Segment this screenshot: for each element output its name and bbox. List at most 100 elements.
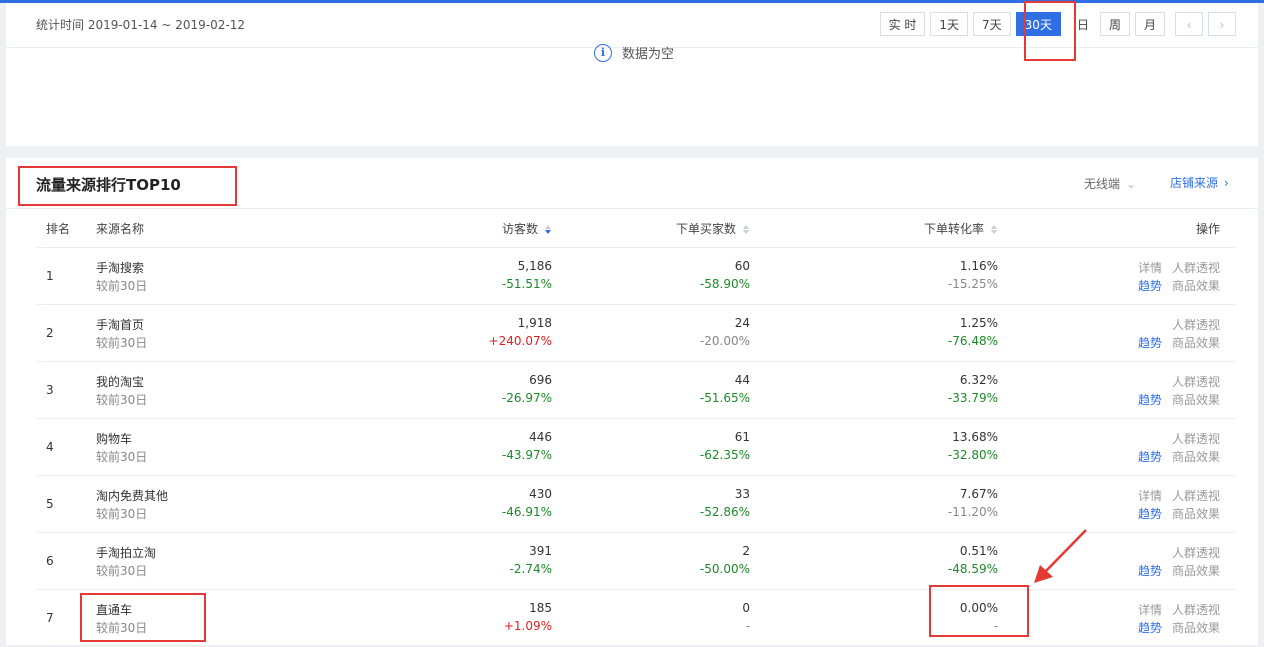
product-effect-link[interactable]: 商品效果: [1172, 393, 1220, 407]
visitors-change: -26.97%: [501, 391, 552, 405]
buyers-change: -: [745, 619, 750, 633]
buyers-change: -62.35%: [699, 448, 750, 462]
rank-cell: 5: [46, 497, 54, 511]
conversion-change: -33.79%: [947, 391, 998, 405]
shop-source-label: 店铺来源: [1170, 176, 1219, 190]
header-rank: 排名: [46, 222, 71, 236]
conversion-value: 0.51%: [959, 544, 998, 558]
annotation-box-ztc: [80, 593, 206, 642]
stat-period-label: 统计时间 2019-01-14 ~ 2019-02-12: [36, 18, 245, 32]
rank-cell: 1: [46, 269, 54, 283]
visitors-change: -51.51%: [501, 277, 552, 291]
table-row: 4 购物车 较前30日 446 -43.97% 61 -62.35% 13.68% -32.80…: [36, 419, 1236, 476]
visitors-value: 446: [529, 430, 552, 444]
table-row: 3 我的淘宝 较前30日 696 -26.97% 44 -51.65% 6.32% -33.79…: [36, 362, 1236, 419]
buyers-value: 44: [734, 373, 750, 387]
detail-link[interactable]: 详情: [1138, 489, 1162, 503]
visitors-change: +240.07%: [488, 334, 552, 348]
trend-link[interactable]: 趋势: [1138, 336, 1162, 350]
rank-cell: 6: [46, 554, 54, 568]
header-conversion[interactable]: 下单转化率: [798, 220, 998, 237]
period-realtime-button[interactable]: 实 时: [879, 12, 926, 36]
buyers-change: -51.65%: [699, 391, 750, 405]
conversion-value: 1.16%: [959, 259, 998, 273]
header-buyers[interactable]: 下单买家数: [550, 220, 750, 237]
rank-cell: 2: [46, 326, 54, 340]
chevron-right-icon[interactable]: ›: [1208, 12, 1236, 36]
header-visitors[interactable]: 访客数: [352, 220, 552, 237]
visitors-change: -2.74%: [509, 562, 552, 576]
device-dropdown[interactable]: 无线端 ⌄: [1084, 175, 1136, 192]
product-effect-link[interactable]: 商品效果: [1172, 279, 1220, 293]
crowd-link[interactable]: 人群透视: [1172, 318, 1220, 332]
info-icon: i: [594, 43, 612, 62]
compare-label: 较前30日: [96, 279, 148, 293]
product-effect-link[interactable]: 商品效果: [1172, 507, 1220, 521]
buyers-value: 33: [734, 487, 750, 501]
source-name: 手淘首页: [96, 318, 145, 332]
annotation-box-30day: [1024, 1, 1076, 61]
detail-link[interactable]: 详情: [1138, 603, 1162, 617]
crowd-link[interactable]: 人群透视: [1172, 489, 1220, 503]
buyers-change: -58.90%: [699, 277, 750, 291]
visitors-value: 430: [529, 487, 552, 501]
period-1day-button[interactable]: 1天: [930, 12, 969, 36]
buyers-value: 0: [742, 601, 750, 615]
buyers-change: -52.86%: [699, 505, 750, 519]
source-name: 手淘搜索: [96, 261, 145, 275]
shop-source-link[interactable]: 店铺来源 ›: [1170, 174, 1229, 191]
compare-label: 较前30日: [96, 336, 148, 350]
product-effect-link[interactable]: 商品效果: [1172, 336, 1220, 350]
conversion-value: 1.25%: [959, 316, 998, 330]
period-7day-button[interactable]: 7天: [973, 12, 1011, 36]
period-week-button[interactable]: 周: [1099, 12, 1130, 36]
trend-link[interactable]: 趋势: [1138, 450, 1162, 464]
visitors-value: 185: [529, 601, 552, 615]
compare-label: 较前30日: [96, 393, 148, 407]
product-effect-link[interactable]: 商品效果: [1172, 621, 1220, 635]
trend-link[interactable]: 趋势: [1138, 279, 1162, 293]
product-effect-link[interactable]: 商品效果: [1172, 564, 1220, 578]
buyers-value: 24: [734, 316, 750, 330]
sort-icon[interactable]: [990, 224, 998, 235]
compare-label: 较前30日: [96, 564, 148, 578]
buyers-change: -50.00%: [699, 562, 750, 576]
trend-link[interactable]: 趋势: [1138, 507, 1162, 521]
header-buyers-label: 下单买家数: [675, 222, 736, 236]
chevron-left-icon[interactable]: ‹: [1175, 12, 1203, 36]
conversion-change: -15.25%: [947, 277, 998, 291]
conversion-change: -11.20%: [947, 505, 998, 519]
trend-link[interactable]: 趋势: [1138, 621, 1162, 635]
period-month-button[interactable]: 月: [1134, 12, 1165, 36]
compare-label: 较前30日: [96, 507, 148, 521]
trend-link[interactable]: 趋势: [1138, 393, 1162, 407]
conversion-change: -32.80%: [947, 448, 998, 462]
source-name: 我的淘宝: [96, 375, 145, 389]
buyers-value: 60: [734, 259, 750, 273]
conversion-change: -76.48%: [947, 334, 998, 348]
visitors-change: -46.91%: [501, 505, 552, 519]
crowd-link[interactable]: 人群透视: [1172, 375, 1220, 389]
annotation-arrow-icon: [1034, 529, 1087, 583]
sort-icon[interactable]: [742, 224, 750, 235]
source-name: 淘内免费其他: [96, 489, 169, 503]
header-visitors-label: 访客数: [501, 222, 538, 236]
empty-state: i 数据为空: [594, 43, 674, 62]
table-row: 7 直通车 较前30日 185 +1.09% 0-0.00% - 详情 人群透视 趋势 商品效果: [36, 590, 1236, 647]
crowd-link[interactable]: 人群透视: [1172, 603, 1220, 617]
trend-link[interactable]: 趋势: [1138, 564, 1162, 578]
product-effect-link[interactable]: 商品效果: [1172, 450, 1220, 464]
crowd-link[interactable]: 人群透视: [1172, 261, 1220, 275]
crowd-link[interactable]: 人群透视: [1172, 432, 1220, 446]
table-row: 1 手淘搜索 较前30日 5,186 -51.51% 60 -58.90% 1.16% -15.…: [36, 248, 1236, 305]
detail-link[interactable]: 详情: [1138, 261, 1162, 275]
buyers-value: 2: [742, 544, 750, 558]
table-body: 1 手淘搜索 较前30日 5,186 -51.51% 60 -58.90% 1.16% -15.…: [36, 248, 1236, 647]
crowd-link[interactable]: 人群透视: [1172, 546, 1220, 560]
source-name: 手淘拍立淘: [96, 546, 157, 560]
conversion-value: 7.67%: [959, 487, 998, 501]
source-name: 购物车: [96, 432, 133, 446]
visitors-value: 391: [529, 544, 552, 558]
header-ops: 操作: [1195, 222, 1220, 236]
annotation-box-title: [18, 166, 237, 206]
